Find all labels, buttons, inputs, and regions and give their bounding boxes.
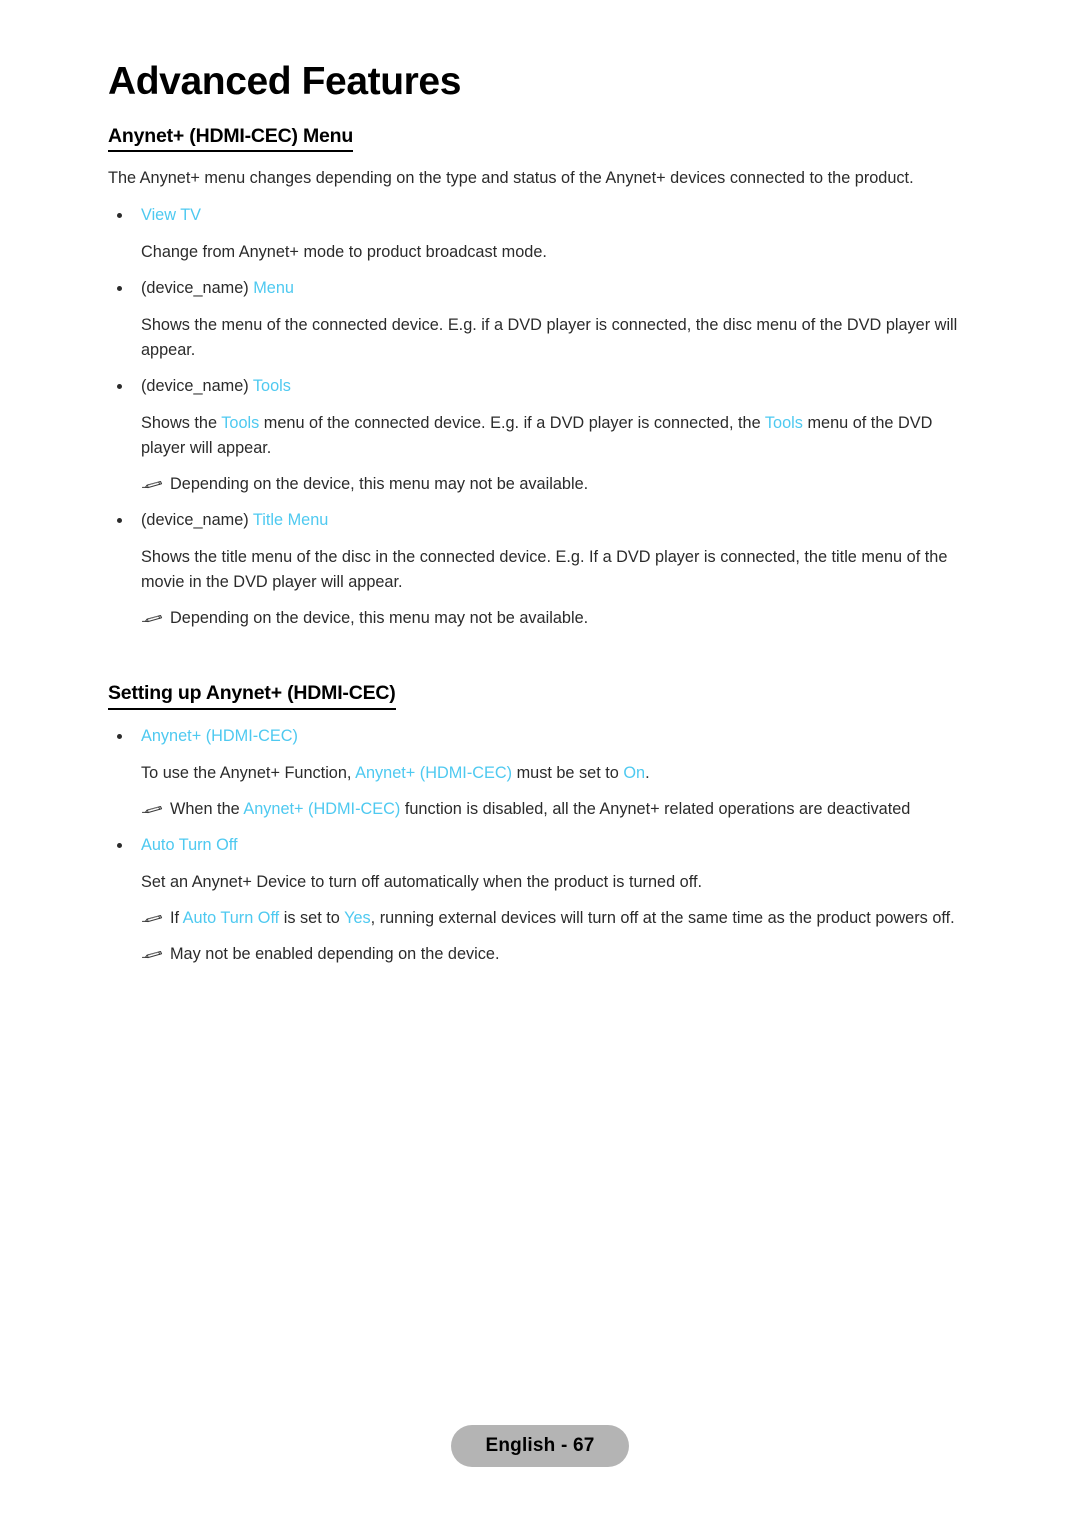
- list-item-description: Set an Anynet+ Device to turn off automa…: [141, 872, 702, 891]
- note-text-part: is set to: [279, 908, 345, 927]
- page-content: Advanced Features Anynet+ (HDMI-CEC) Men…: [108, 60, 970, 978]
- section-heading-setting-up: Setting up Anynet+ (HDMI-CEC): [108, 684, 396, 710]
- ui-term: Anynet+ (HDMI-CEC): [355, 763, 513, 782]
- ui-term: Tools: [252, 377, 291, 396]
- note-text: May not be enabled depending on the devi…: [170, 944, 500, 963]
- section-heading-anynet-menu-wrap: Anynet+ (HDMI-CEC) Menu: [108, 126, 970, 167]
- desc-part: To use the Anynet+ Function,: [141, 763, 356, 782]
- device-name-placeholder: (device_name): [141, 377, 253, 396]
- ui-term: On: [623, 763, 646, 782]
- note-text-part: , running external devices will turn off…: [370, 908, 955, 927]
- list-item-description: To use the Anynet+ Function, Anynet+ (HD…: [141, 761, 970, 786]
- pencil-note-icon: [141, 945, 163, 965]
- list-item: View TV: [108, 203, 970, 228]
- page-number-badge: English - 67: [451, 1425, 629, 1467]
- device-name-placeholder: (device_name): [141, 279, 254, 298]
- ui-term: View TV: [141, 206, 202, 225]
- note-text-part: When the: [170, 799, 244, 818]
- desc-part: must be set to: [512, 763, 624, 782]
- ui-term: Anynet+ (HDMI-CEC): [141, 726, 298, 745]
- note-text: Depending on the device, this menu may n…: [170, 475, 589, 494]
- note-text-part: If: [170, 908, 183, 927]
- page-footer: English - 67: [0, 1425, 1080, 1467]
- ui-term: Tools: [764, 414, 803, 433]
- pencil-note-icon: [141, 475, 163, 495]
- desc-part: Shows the: [141, 414, 222, 433]
- section-heading-anynet-menu: Anynet+ (HDMI-CEC) Menu: [108, 126, 353, 153]
- note-row: If Auto Turn Off is set to Yes, running …: [141, 906, 970, 931]
- list-item: Auto Turn Off: [108, 833, 970, 858]
- desc-part: .: [645, 763, 650, 782]
- pencil-note-icon: [141, 909, 163, 929]
- note-row: Depending on the device, this menu may n…: [141, 472, 970, 497]
- list-item: Anynet+ (HDMI-CEC): [108, 724, 970, 749]
- list-item: (device_name) Title Menu: [108, 508, 970, 533]
- section-intro-text: The Anynet+ menu changes depending on th…: [108, 169, 914, 188]
- ui-term: Menu: [253, 279, 294, 298]
- ui-term: Anynet+ (HDMI-CEC): [243, 799, 401, 818]
- note-row: When the Anynet+ (HDMI-CEC) function is …: [141, 797, 970, 822]
- pencil-note-icon: [141, 800, 163, 820]
- bullet-dot-icon: [117, 213, 122, 219]
- bullet-dot-icon: [117, 733, 122, 739]
- list-item: (device_name) Menu: [108, 276, 970, 301]
- bullet-dot-icon: [117, 518, 122, 524]
- ui-term: Tools: [221, 414, 260, 433]
- note-row: Depending on the device, this menu may n…: [141, 606, 970, 631]
- ui-term: Auto Turn Off: [141, 835, 238, 854]
- bullet-dot-icon: [117, 384, 122, 390]
- section-heading-setting-up-wrap: Setting up Anynet+ (HDMI-CEC): [108, 684, 970, 724]
- document-page: Advanced Features Anynet+ (HDMI-CEC) Men…: [0, 0, 1080, 1519]
- list-item-description: Shows the title menu of the disc in the …: [141, 548, 948, 592]
- page-title: Advanced Features: [108, 60, 461, 103]
- note-row: May not be enabled depending on the devi…: [141, 942, 970, 967]
- note-text-part: function is disabled, all the Anynet+ re…: [400, 799, 911, 818]
- ui-term: Yes: [344, 908, 371, 927]
- list-item: (device_name) Tools: [108, 374, 970, 399]
- bullet-dot-icon: [117, 286, 122, 292]
- ui-term: Auto Turn Off: [182, 908, 280, 927]
- desc-part: menu of the connected device. E.g. if a …: [259, 414, 765, 433]
- bullet-dot-icon: [117, 842, 122, 848]
- device-name-placeholder: (device_name): [141, 511, 253, 530]
- list-item-description: Shows the Tools menu of the connected de…: [141, 411, 970, 461]
- list-item-description: Shows the menu of the connected device. …: [141, 316, 958, 360]
- list-item-description: Change from Anynet+ mode to product broa…: [141, 243, 547, 262]
- pencil-note-icon: [141, 609, 163, 629]
- ui-term: Title Menu: [252, 511, 329, 530]
- note-text: Depending on the device, this menu may n…: [170, 609, 589, 628]
